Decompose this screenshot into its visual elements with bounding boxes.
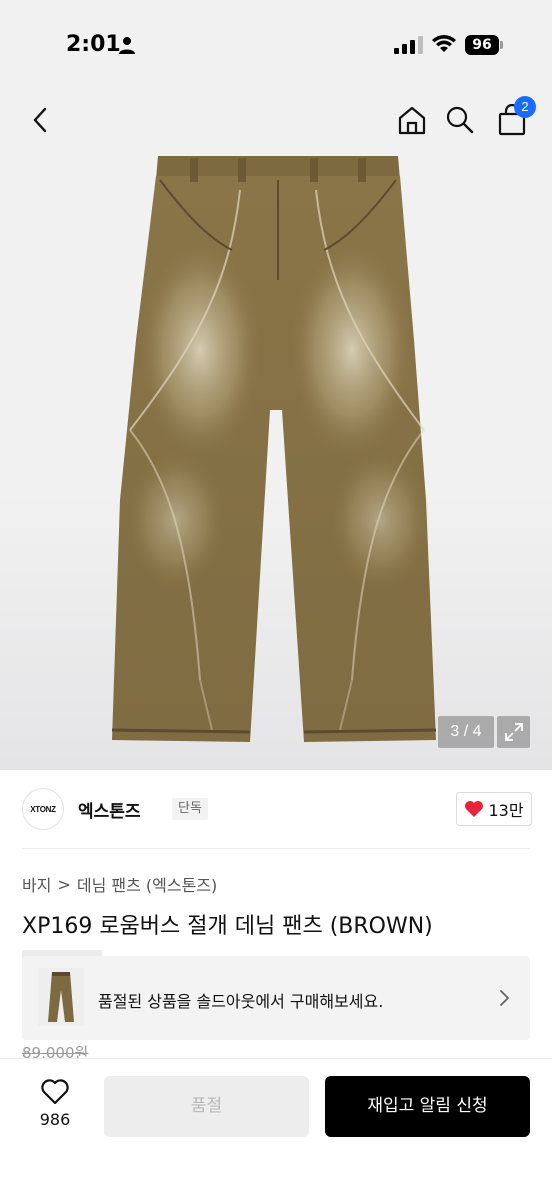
search-icon <box>446 106 474 134</box>
brand-logo[interactable]: XTONZ <box>22 788 64 830</box>
soldout-product-thumbnail <box>38 968 84 1026</box>
exclusive-tag: 단독 <box>172 798 208 820</box>
battery-tip <box>500 41 503 49</box>
person-icon <box>119 37 135 54</box>
battery-indicator: 96 <box>465 35 503 55</box>
expand-icon <box>504 723 523 741</box>
soldout-banner-text: 품절된 상품을 솔드아웃에서 구매해보세요. <box>98 992 384 1011</box>
home-icon <box>398 106 426 135</box>
wishlist-count: 986 <box>39 1110 71 1129</box>
brand-like-button[interactable]: 13만 <box>456 792 532 826</box>
product-title: XP169 로움버스 절개 데님 팬츠 (BROWN) <box>22 914 433 939</box>
breadcrumb-category[interactable]: 바지 <box>22 872 51 896</box>
restock-alert-button[interactable]: 재입고 알림 신청 <box>325 1076 530 1137</box>
chevron-left-icon <box>33 107 47 133</box>
product-image-gallery[interactable] <box>0 80 552 770</box>
cellular-signal-icon <box>394 36 423 54</box>
image-counter: 3 / 4 <box>438 716 494 748</box>
battery-level: 96 <box>465 35 499 55</box>
expand-image-button[interactable] <box>497 716 530 748</box>
heart-outline-icon <box>41 1079 69 1105</box>
cart-count-badge: 2 <box>514 96 536 118</box>
status-time: 2:01 <box>66 32 121 57</box>
brand-row: XTONZ 엑스톤즈 단독 13만 <box>22 784 532 834</box>
soldout-button[interactable]: 품절 <box>104 1076 309 1137</box>
soldout-banner[interactable]: 품절된 상품을 솔드아웃에서 구매해보세요. <box>22 956 530 1040</box>
breadcrumb: 바지 > 데님 팬츠 (엑스톤즈) <box>22 872 217 896</box>
wishlist-button[interactable]: 986 <box>26 1078 84 1134</box>
search-button[interactable] <box>440 100 480 140</box>
brand-name[interactable]: 엑스톤즈 <box>78 797 141 822</box>
brand-like-count: 13만 <box>488 801 524 820</box>
back-button[interactable] <box>20 100 60 140</box>
product-image <box>111 156 437 742</box>
heart-filled-icon <box>465 801 484 817</box>
cart-button[interactable]: 2 <box>492 96 536 140</box>
breadcrumb-subcategory[interactable]: 데님 팬츠 (엑스톤즈) <box>77 872 217 896</box>
divider <box>22 848 530 849</box>
status-bar: 2:01 96 <box>0 0 552 80</box>
home-button[interactable] <box>392 100 432 140</box>
wifi-icon <box>432 35 456 52</box>
chevron-right-icon <box>500 990 510 1006</box>
breadcrumb-separator: > <box>57 874 71 894</box>
